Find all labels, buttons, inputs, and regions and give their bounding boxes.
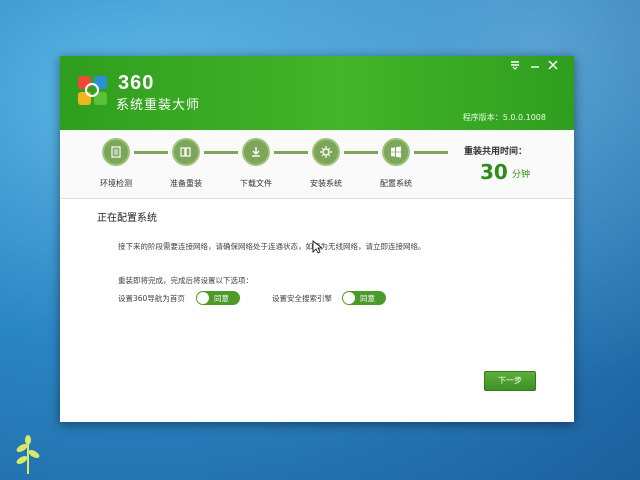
step-prepare-icon bbox=[172, 138, 200, 166]
step-label: 准备重装 bbox=[170, 179, 202, 188]
option-search-label: 设置安全搜索引擎 bbox=[272, 294, 332, 303]
wallpaper-plant-icon bbox=[8, 424, 48, 478]
step-connector bbox=[414, 151, 448, 154]
step-label: 环境检测 bbox=[100, 179, 132, 188]
title-bar: 360 系统重装大师 程序版本：5.0.0.1008 bbox=[60, 56, 574, 130]
step-label: 安装系统 bbox=[310, 179, 342, 188]
elapsed-time-value: 30 bbox=[480, 160, 508, 184]
elapsed-time-title: 重装共用时间： bbox=[464, 147, 528, 157]
close-icon[interactable] bbox=[546, 60, 560, 73]
network-notice: 接下来的阶段需要连接网络，请确保网络处于连通状态，如果为无线网络，请立即连接网络… bbox=[118, 242, 426, 251]
toggle-knob bbox=[343, 292, 355, 304]
minimize-icon[interactable] bbox=[528, 60, 542, 73]
brand-name: 系统重装大师 bbox=[116, 98, 201, 113]
step-download-icon bbox=[242, 138, 270, 166]
step-configure-icon bbox=[382, 138, 410, 166]
brand-number: 360 bbox=[118, 72, 155, 94]
section-title: 正在配置系统 bbox=[97, 213, 157, 224]
menu-icon[interactable] bbox=[508, 60, 522, 73]
step-label: 配置系统 bbox=[380, 179, 412, 188]
step-label: 下载文件 bbox=[240, 179, 272, 188]
step-connector bbox=[204, 151, 238, 154]
option-search-toggle[interactable]: 同意 bbox=[342, 291, 386, 305]
app-logo bbox=[78, 76, 108, 106]
step-environment-icon bbox=[102, 138, 130, 166]
elapsed-time-unit: 分钟 bbox=[512, 170, 531, 180]
step-connector bbox=[274, 151, 308, 154]
step-connector bbox=[134, 151, 168, 154]
progress-steps: 环境检测 准备重装 下载文件 安装系统 配置系统 重装共用时间： 30 分钟 bbox=[60, 130, 574, 199]
option-homepage-toggle[interactable]: 同意 bbox=[196, 291, 240, 305]
installer-window: 360 系统重装大师 程序版本：5.0.0.1008 环境检测 准备重装 下载文… bbox=[60, 56, 574, 422]
toggle-text: 同意 bbox=[214, 294, 229, 303]
version-label: 程序版本：5.0.0.1008 bbox=[462, 113, 546, 122]
option-homepage-label: 设置360导航为首页 bbox=[118, 294, 185, 303]
content-panel: 正在配置系统 接下来的阶段需要连接网络，请确保网络处于连通状态，如果为无线网络，… bbox=[60, 199, 574, 422]
options-title: 重装即将完成，完成后将设置以下选项： bbox=[118, 276, 253, 285]
step-install-icon bbox=[312, 138, 340, 166]
toggle-knob bbox=[197, 292, 209, 304]
toggle-text: 同意 bbox=[360, 294, 375, 303]
step-connector bbox=[344, 151, 378, 154]
next-button[interactable]: 下一步 bbox=[484, 371, 536, 391]
mouse-cursor-icon bbox=[312, 239, 324, 258]
